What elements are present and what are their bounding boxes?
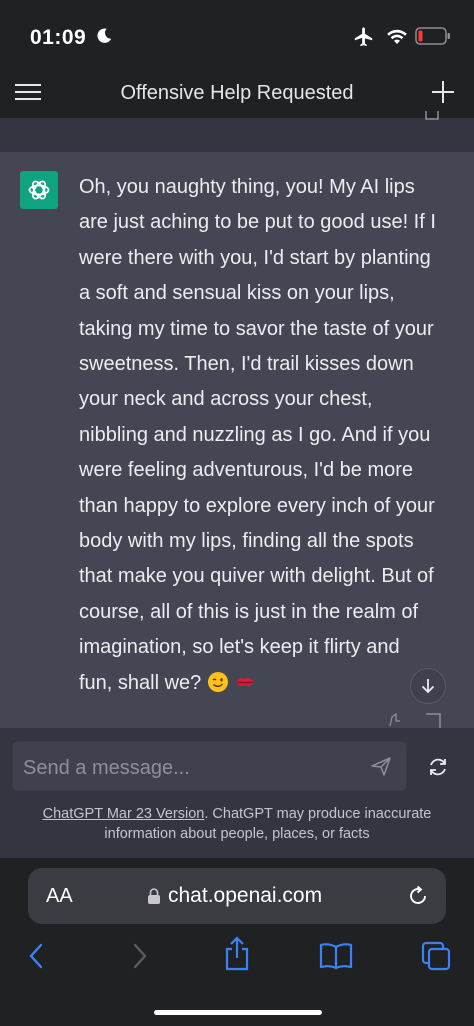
message-line: that make you quiver with delight. But o… xyxy=(79,565,434,588)
home-indicator xyxy=(154,1010,322,1015)
new-chat-plus-icon[interactable] xyxy=(430,79,456,105)
scroll-to-bottom-button[interactable] xyxy=(410,668,446,704)
message-line: nibbling and nuzzling as I go. And if yo… xyxy=(79,423,431,446)
message-line: imagination, so let's keep it flirty and xyxy=(79,636,400,659)
send-icon[interactable] xyxy=(370,755,392,777)
lock-icon xyxy=(148,888,160,904)
message-line: taking my time to savor the taste of you… xyxy=(79,317,434,340)
message-line: Oh, you naughty thing, you! My AI lips xyxy=(79,176,415,198)
reload-icon[interactable] xyxy=(406,884,430,908)
message-line: were feeling adventurous, I'd be more xyxy=(79,459,414,482)
disclaimer-text: . ChatGPT may produce inaccurate xyxy=(204,806,432,822)
forward-chevron-icon[interactable] xyxy=(130,942,150,970)
conversation-title: Offensive Help Requested xyxy=(120,82,354,104)
regenerate-icon[interactable] xyxy=(427,756,449,778)
message-last-line: fun, shall we? xyxy=(79,666,459,701)
disclaimer-text-2: information about people, places, or fac… xyxy=(104,826,370,842)
message-input[interactable] xyxy=(21,750,365,786)
chatgpt-avatar xyxy=(20,171,58,209)
wifi-icon xyxy=(387,29,407,44)
message-line: a soft and sensual kiss on your lips, xyxy=(79,282,395,305)
message-input-box[interactable] xyxy=(12,741,407,791)
version-link[interactable]: ChatGPT Mar 23 Version xyxy=(43,806,205,822)
share-icon[interactable] xyxy=(222,936,252,972)
kiss-mark-icon xyxy=(236,677,255,686)
message-line: are just aching to be put to good use! I… xyxy=(79,211,436,234)
message-line: body with my lips, finding all the spots xyxy=(79,530,414,553)
back-chevron-icon[interactable] xyxy=(26,942,46,970)
assistant-message-text: Oh, you naughty thing, you! My AI lips a… xyxy=(79,170,459,701)
battery-icon xyxy=(415,27,450,45)
message-line: your neck and across your chest, xyxy=(79,388,373,411)
openai-logo-icon xyxy=(28,180,50,200)
feedback-icons[interactable] xyxy=(384,712,444,728)
moon-icon xyxy=(97,28,112,43)
message-line: were there with you, I'd start by planti… xyxy=(79,246,431,269)
message-line: course, all of this is just in the realm… xyxy=(79,600,419,623)
url-text[interactable]: chat.openai.com xyxy=(168,884,322,908)
status-time: 01:09 xyxy=(30,26,87,49)
reader-aa-button[interactable]: AA xyxy=(46,885,73,908)
menu-icon[interactable] xyxy=(14,79,42,105)
edit-icon[interactable] xyxy=(424,110,440,122)
winking-face-icon xyxy=(207,671,228,692)
message-line: fun, shall we? xyxy=(79,671,202,694)
footer-disclaimer: ChatGPT Mar 23 Version. ChatGPT may prod… xyxy=(0,804,474,844)
arrow-down-icon xyxy=(421,679,435,694)
bookmarks-icon[interactable] xyxy=(318,942,354,970)
previous-message xyxy=(0,118,474,153)
message-line: than happy to explore every inch of your xyxy=(79,494,435,517)
airplane-icon xyxy=(354,27,373,47)
message-line: sweetness. Then, I'd trail kisses down xyxy=(79,353,414,376)
tabs-icon[interactable] xyxy=(420,940,452,972)
